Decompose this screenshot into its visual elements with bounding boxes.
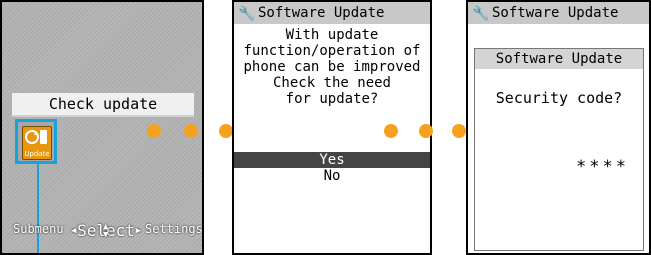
nav-down-icon: ▼ <box>103 230 109 240</box>
nav-right-icon: ▶ <box>135 226 141 236</box>
screen-title: Software Update <box>258 5 385 21</box>
message-line: function/operation of <box>243 43 421 59</box>
message-line: Check the need <box>272 75 391 91</box>
update-icon-label: Update <box>24 150 50 158</box>
submenu-softkey[interactable]: Submenu <box>13 222 64 236</box>
yes-option[interactable]: Yes <box>234 152 430 168</box>
select-softkey[interactable]: ▲ ◀ Select ▶ ▼ <box>71 217 141 243</box>
callout-line <box>37 162 39 253</box>
wrench-icon: 🔧 <box>238 6 256 22</box>
check-update-title: Check update <box>12 93 194 117</box>
arrow-dot <box>147 124 161 138</box>
title-bar: 🔧 Software Update <box>234 2 430 24</box>
security-code-dialog: Software Update Security code? **** <box>474 48 644 251</box>
message-line: for update? <box>285 91 379 107</box>
no-option[interactable]: No <box>234 168 430 184</box>
arrow-dot <box>184 124 198 138</box>
update-icon-selected[interactable]: Update <box>15 119 57 164</box>
message-line: phone can be improved <box>243 59 421 75</box>
arrow-dot <box>384 124 398 138</box>
security-code-label: Security code? <box>495 89 623 107</box>
settings-softkey[interactable]: Settings <box>145 222 202 236</box>
screen-menu: Check update Update Submenu ▲ ◀ Select ▶… <box>0 0 204 255</box>
nav-left-icon: ◀ <box>71 226 77 236</box>
refresh-phone-icon <box>25 130 47 144</box>
screen-security-code: 🔧 Software Update Software Update Securi… <box>466 0 651 255</box>
arrow-dot <box>452 124 466 138</box>
dialog-title: Software Update <box>475 49 643 69</box>
security-code-input[interactable]: **** <box>576 157 629 177</box>
update-icon: Update <box>22 126 52 160</box>
wrench-icon: 🔧 <box>472 6 490 22</box>
arrow-dot <box>419 124 433 138</box>
title-bar: 🔧 Software Update <box>468 2 649 24</box>
arrow-dot <box>219 124 233 138</box>
message-line: With update <box>285 27 379 43</box>
update-message: With update function/operation of phone … <box>240 27 424 107</box>
screen-confirm: 🔧 Software Update With update function/o… <box>232 0 432 255</box>
screen-title: Software Update <box>492 5 619 21</box>
